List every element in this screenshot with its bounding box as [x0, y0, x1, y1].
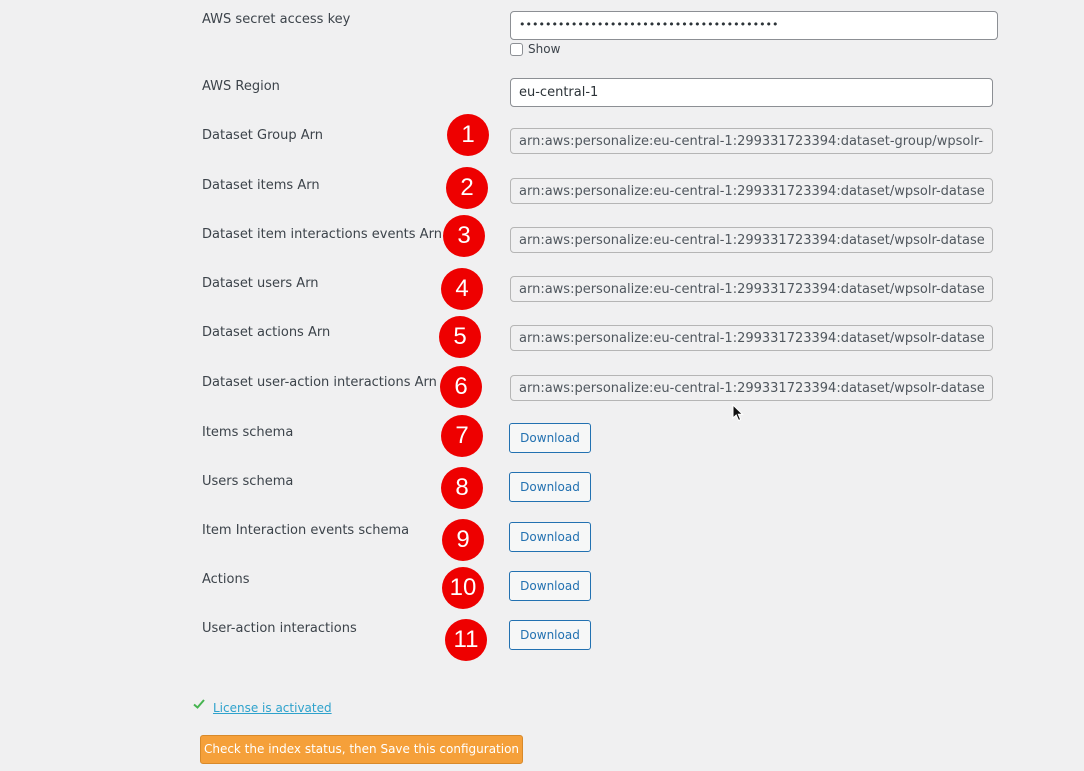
dataset-actions-arn-label: Dataset actions Arn — [202, 325, 331, 340]
check-and-save-button[interactable]: Check the index status, then Save this c… — [200, 735, 523, 764]
dataset-interactions-arn-label: Dataset item interactions events Arn — [202, 227, 442, 242]
region-input[interactable] — [510, 78, 993, 107]
secret-key-input[interactable]: •••••••••••••••••••••••••••••••••••••••• — [510, 11, 998, 40]
annotation-badge-2: 2 — [446, 167, 488, 209]
show-secret-checkbox[interactable] — [510, 42, 523, 56]
annotation-badge-11: 11 — [445, 619, 487, 661]
annotation-badge-7: 7 — [441, 415, 483, 457]
show-secret-label: Show — [528, 42, 561, 56]
region-label: AWS Region — [202, 79, 280, 94]
dataset-items-arn-label: Dataset items Arn — [202, 178, 320, 193]
users-schema-label: Users schema — [202, 474, 294, 489]
settings-page: AWS secret access key ••••••••••••••••••… — [0, 0, 1084, 771]
annotation-badge-1: 1 — [447, 114, 489, 156]
annotation-badge-5: 5 — [439, 316, 481, 358]
user-action-interactions-schema-label: User-action interactions — [202, 621, 357, 636]
users-schema-download-button[interactable]: Download — [509, 472, 591, 502]
items-schema-download-button[interactable]: Download — [509, 423, 591, 453]
items-schema-label: Items schema — [202, 425, 294, 440]
secret-key-label: AWS secret access key — [202, 12, 351, 27]
annotation-badge-8: 8 — [441, 467, 483, 509]
dataset-action-interactions-arn-input[interactable] — [510, 375, 993, 401]
annotation-badge-6: 6 — [440, 366, 482, 408]
dataset-group-arn-label: Dataset Group Arn — [202, 128, 323, 143]
actions-schema-download-button[interactable]: Download — [509, 571, 591, 601]
dataset-group-arn-input[interactable] — [510, 128, 993, 154]
dataset-users-arn-label: Dataset users Arn — [202, 276, 319, 291]
mouse-pointer-icon — [732, 404, 744, 422]
user-action-interactions-schema-download-button[interactable]: Download — [509, 620, 591, 650]
interaction-events-schema-label: Item Interaction events schema — [202, 523, 410, 538]
actions-schema-label: Actions — [202, 572, 250, 587]
dataset-action-interactions-arn-label: Dataset user-action interactions Arn — [202, 375, 437, 390]
annotation-badge-4: 4 — [441, 268, 483, 310]
dataset-actions-arn-input[interactable] — [510, 325, 993, 351]
annotation-badge-9: 9 — [442, 519, 484, 561]
dataset-interactions-arn-input[interactable] — [510, 227, 993, 253]
annotation-badge-3: 3 — [443, 215, 485, 257]
interaction-events-schema-download-button[interactable]: Download — [509, 522, 591, 552]
license-status: License is activated — [193, 699, 332, 715]
license-activated-link[interactable]: License is activated — [213, 701, 332, 715]
checkmark-icon — [193, 699, 205, 709]
dataset-items-arn-input[interactable] — [510, 178, 993, 204]
annotation-badge-10: 10 — [442, 567, 484, 609]
dataset-users-arn-input[interactable] — [510, 276, 993, 302]
show-secret-toggle[interactable]: Show — [510, 41, 560, 57]
